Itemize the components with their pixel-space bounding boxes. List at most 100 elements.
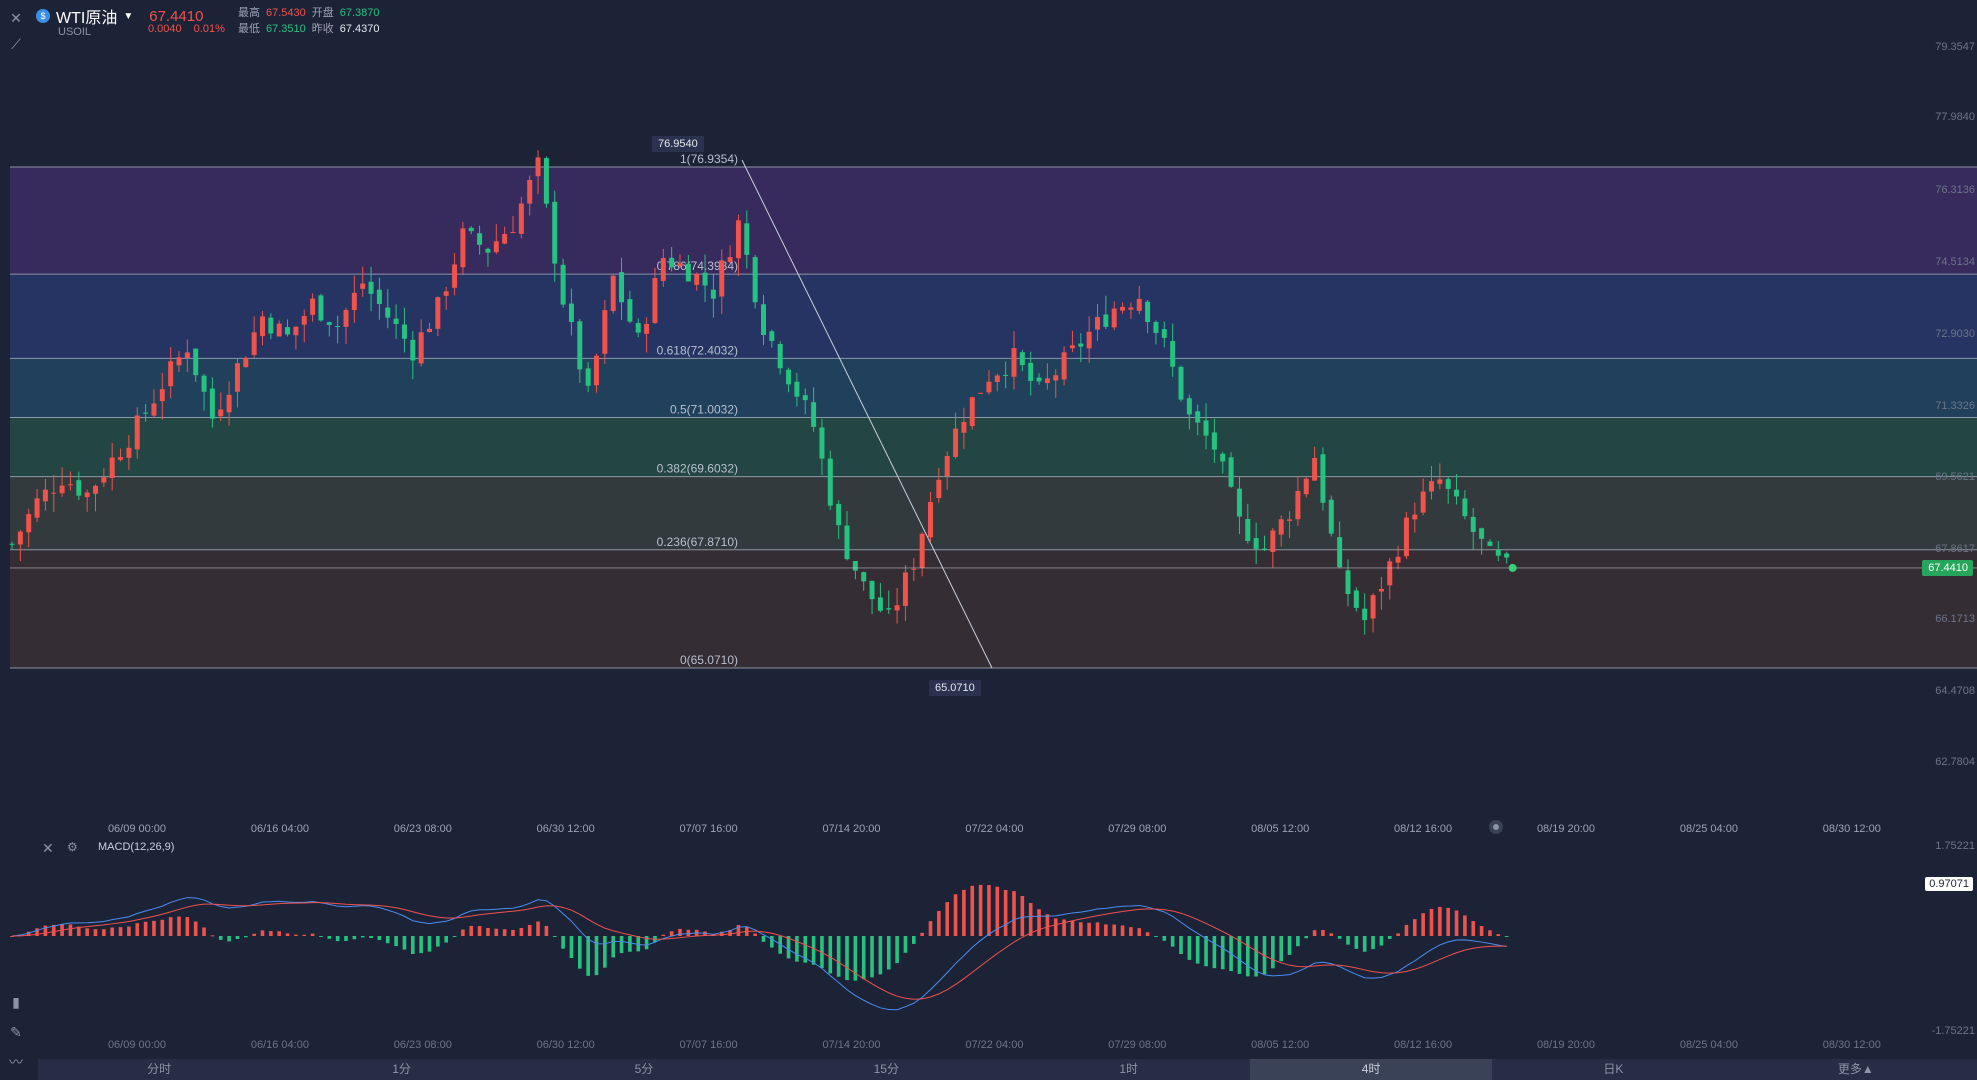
- candle-body: [994, 375, 1000, 382]
- macd-time-label: 06/16 04:00: [251, 1039, 309, 1051]
- candle-body: [928, 502, 933, 538]
- draw-line-icon[interactable]: ⟋: [6, 34, 26, 54]
- candle-body: [126, 447, 132, 458]
- macd-histogram-bar: [335, 936, 340, 942]
- candle-body: [1153, 321, 1159, 333]
- macd-histogram-bar: [1246, 936, 1250, 977]
- macd-histogram-bar: [327, 936, 332, 939]
- tab-timeframe[interactable]: 日K: [1492, 1059, 1734, 1080]
- macd-histogram-bar: [845, 936, 849, 981]
- macd-histogram-bar: [110, 927, 114, 936]
- macd-time-label: 07/22 04:00: [965, 1039, 1023, 1051]
- candle-body: [1053, 375, 1059, 381]
- macd-histogram-bar: [93, 929, 98, 936]
- macd-histogram-bar: [494, 928, 499, 936]
- symbol-name[interactable]: WTI原油: [56, 4, 117, 28]
- candle-body: [109, 457, 115, 479]
- price-chart[interactable]: 1(76.9354) 0.786(74.3984) 0.618(72.4032) 0.…: [0, 0, 1977, 835]
- tab-timeframe[interactable]: 5分: [523, 1059, 765, 1080]
- candle-body: [744, 223, 750, 255]
- candle-body: [1236, 488, 1242, 517]
- prev-close-value: 67.4370: [339, 23, 380, 35]
- candle-body: [176, 357, 182, 366]
- macd-histogram-bar: [1070, 920, 1075, 936]
- macd-histogram-bar: [1129, 927, 1133, 936]
- candle-body: [502, 234, 508, 244]
- candle-body: [902, 572, 908, 606]
- wave-icon[interactable]: 〰: [6, 1052, 26, 1072]
- tab-timeframe[interactable]: 1时: [1008, 1059, 1250, 1080]
- macd-histogram-bar: [1329, 933, 1334, 936]
- macd-histogram-bar: [68, 924, 73, 936]
- candle-body: [1303, 478, 1309, 495]
- candle-body: [1337, 537, 1343, 568]
- macd-histogram-bar: [970, 885, 975, 936]
- macd-histogram-bar: [586, 936, 590, 976]
- chevron-down-icon[interactable]: ▼: [123, 11, 133, 22]
- candle-body: [961, 421, 967, 433]
- indicator-icon[interactable]: ▮: [6, 992, 26, 1012]
- macd-histogram-bar: [193, 921, 198, 936]
- macd-histogram-bar: [302, 934, 307, 936]
- candle-body: [1253, 538, 1259, 549]
- candle-body: [435, 297, 441, 329]
- macd-chart[interactable]: 1.75221 -1.75221 06/09 00:00 06/16 04:00 06/…: [0, 835, 1977, 1057]
- pencil-icon[interactable]: ✎: [6, 1022, 26, 1042]
- macd-axis-top: 1.75221: [1935, 840, 1975, 852]
- macd-histogram-bar: [436, 936, 440, 947]
- candle-body: [777, 343, 783, 369]
- macd-histogram-bar: [1404, 924, 1409, 936]
- fib-label: 0.236(67.8710): [657, 535, 738, 549]
- macd-histogram-bar: [344, 936, 348, 941]
- macd-histogram-bar: [519, 928, 524, 936]
- candle-body: [660, 258, 666, 281]
- candle-body: [368, 281, 374, 294]
- candle-body: [301, 316, 307, 325]
- macd-histogram-bar: [185, 917, 190, 936]
- candle-body: [1403, 517, 1409, 557]
- low-marker: 65.0710: [929, 680, 981, 696]
- candle-body: [894, 605, 900, 611]
- candle-body: [1495, 549, 1501, 556]
- macd-histogram-bar: [878, 936, 883, 975]
- tab-timeframe[interactable]: 更多▲: [1735, 1059, 1977, 1080]
- macd-histogram-bar: [886, 936, 891, 970]
- candle-body: [1145, 301, 1151, 323]
- candle-body: [769, 331, 775, 341]
- macd-histogram-bar: [1120, 925, 1125, 936]
- price-axis-label: 74.5134: [1935, 256, 1975, 268]
- macd-histogram-bar: [953, 894, 958, 936]
- scroll-latest-button[interactable]: [1489, 820, 1503, 834]
- close-icon[interactable]: ✕: [42, 840, 54, 857]
- candle-body: [1103, 314, 1109, 327]
- time-axis-label: 07/07 16:00: [680, 823, 738, 835]
- macd-time-label: 06/30 12:00: [537, 1039, 595, 1051]
- candle-body: [42, 489, 48, 502]
- tab-timeframe[interactable]: 4时: [1249, 1059, 1493, 1080]
- macd-histogram-bar: [753, 933, 757, 936]
- candle-body: [1228, 457, 1234, 487]
- candle-body: [877, 597, 883, 611]
- macd-histogram-bar: [218, 936, 223, 940]
- macd-histogram-bar: [1387, 936, 1392, 939]
- candle-body: [143, 412, 149, 414]
- open-label: 开盘: [311, 7, 334, 19]
- candle-body: [652, 278, 658, 323]
- tab-timeframe[interactable]: 1分: [280, 1059, 522, 1080]
- macd-histogram-bar: [920, 932, 924, 936]
- gear-icon[interactable]: ⚙: [67, 840, 78, 854]
- tab-timeframe[interactable]: 分时: [38, 1059, 280, 1080]
- candle-body: [560, 264, 566, 305]
- tab-timeframe[interactable]: 15分: [765, 1059, 1007, 1080]
- close-icon[interactable]: ✕: [6, 8, 26, 28]
- price-axis-label: 67.8617: [1935, 543, 1975, 555]
- candle-body: [452, 264, 458, 288]
- macd-label: MACD(12,26,9): [98, 841, 175, 853]
- symbol-badge-icon: $: [36, 9, 50, 23]
- candle-body: [460, 228, 466, 268]
- time-axis-label: 06/30 12:00: [537, 823, 595, 835]
- macd-histogram-bar: [1454, 910, 1459, 936]
- candle-body: [485, 248, 491, 253]
- macd-time-label: 08/12 16:00: [1394, 1039, 1452, 1051]
- macd-histogram-bar: [544, 925, 549, 936]
